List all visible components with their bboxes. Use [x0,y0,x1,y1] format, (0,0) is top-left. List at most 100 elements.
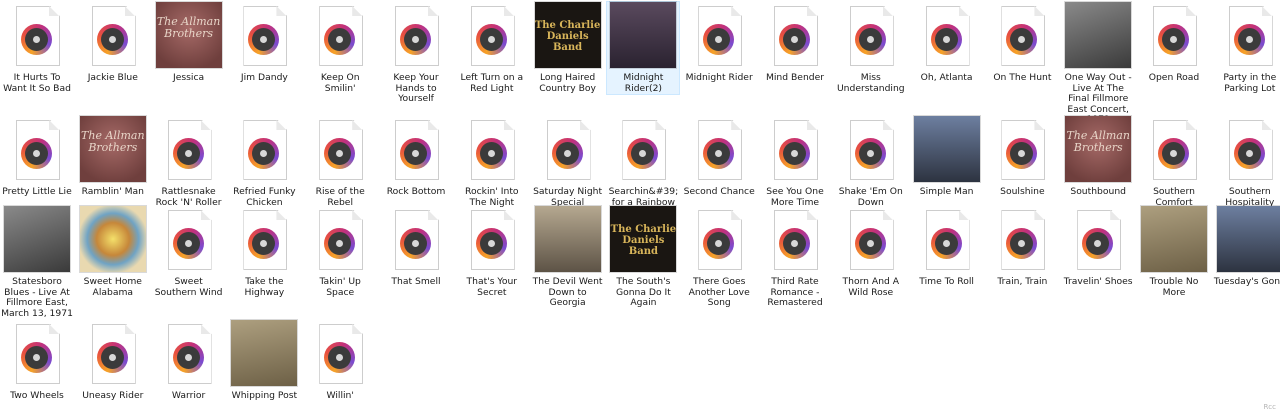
file-item[interactable]: Takin' Up Space [304,206,376,298]
file-item[interactable]: Left Turn on a Red Light [456,2,528,94]
file-item[interactable]: Oh, Atlanta [911,2,983,84]
album-art-thumbnail [78,206,148,276]
audio-file-icon [2,2,72,72]
album-art-thumbnail: The Allman Brothers [1063,116,1133,186]
file-name-label: That Smell [391,276,441,287]
file-item[interactable]: Warrior [153,320,225,402]
file-item[interactable]: Rattlesnake Rock 'N' Roller [153,116,225,208]
file-item[interactable]: The Devil Went Down to Georgia [532,206,604,309]
audio-file-icon [381,206,451,276]
file-name-label: Rock Bottom [386,186,446,197]
file-item[interactable]: There Goes Another Love Song [683,206,755,309]
file-name-label: Mind Bender [765,72,825,83]
file-name-label: Rise of the Rebel [315,186,365,208]
file-name-label: Saturday Night Special [533,186,603,208]
album-cover-image [534,206,601,272]
file-item[interactable]: Second Chance [683,116,755,198]
file-item[interactable]: Sweet Home Alabama [77,206,149,298]
file-item[interactable]: Shake 'Em On Down [835,116,907,208]
file-item[interactable]: Jackie Blue [77,2,149,84]
file-item[interactable]: Pretty Little Lie [1,116,73,198]
file-item[interactable]: Miss Understanding [835,2,907,94]
album-cover-logo: The Charlie Daniels Band [534,20,601,53]
file-item[interactable]: That Smell [380,206,452,288]
file-name-label: Left Turn on a Red Light [460,72,524,94]
file-name-label: On The Hunt [993,72,1052,83]
file-item[interactable]: Party in the Parking Lot [1214,2,1280,94]
file-item[interactable]: See You One More Time [759,116,831,208]
audio-file-icon [229,116,299,186]
album-art-thumbnail [1139,206,1209,276]
file-item[interactable]: Third Rate Romance - Remastered [759,206,831,309]
file-item[interactable]: Refried Funky Chicken [228,116,300,208]
file-item[interactable]: Open Road [1138,2,1210,84]
file-item[interactable]: Simple Man [911,116,983,198]
file-item[interactable]: Southern Hospitality [1214,116,1280,208]
file-name-label: Statesboro Blues - Live At Fillmore East… [1,276,73,319]
file-name-label: Open Road [1148,72,1200,83]
file-item[interactable]: Rock Bottom [380,116,452,198]
album-cover-image [79,206,146,272]
album-art-thumbnail: The Charlie Daniels Band [533,2,603,72]
file-item[interactable]: The Allman Brothers Southbound [1062,116,1134,198]
file-item[interactable]: The Charlie Daniels Band Long Haired Coun… [532,2,604,94]
file-item[interactable]: The Charlie Daniels Band The South's Gonn… [607,206,679,309]
file-item[interactable]: It Hurts To Want It So Bad [1,2,73,94]
file-item[interactable]: That's Your Secret [456,206,528,298]
album-cover-image [1216,206,1280,272]
file-item[interactable]: Soulshine [986,116,1058,198]
file-item[interactable]: On The Hunt [986,2,1058,84]
audio-file-icon [533,116,603,186]
file-item[interactable]: Willin' [304,320,376,402]
file-item[interactable]: Thorn And A Wild Rose [835,206,907,298]
file-item[interactable]: Saturday Night Special [532,116,604,208]
file-item[interactable]: Keep On Smilin' [304,2,376,94]
audio-file-icon [1139,2,1209,72]
audio-file-icon [912,2,982,72]
file-name-label: Long Haired Country Boy [539,72,596,94]
file-item[interactable]: Take the Highway [228,206,300,298]
file-item[interactable]: The Allman Brothers Ramblin' Man [77,116,149,198]
audio-file-icon [684,206,754,276]
file-item[interactable]: Travelin' Shoes [1062,206,1134,288]
album-cover-image: The Allman Brothers [79,116,146,182]
file-item[interactable]: Trouble No More [1138,206,1210,298]
audio-file-icon [457,206,527,276]
file-item[interactable]: Keep Your Hands to Yourself [380,2,452,105]
album-cover-image [913,116,980,182]
file-item[interactable]: Mind Bender [759,2,831,84]
file-item[interactable]: One Way Out - Live At The Final Fillmore… [1062,2,1134,126]
album-cover-image [1141,206,1207,272]
file-item[interactable]: Tuesday's Gone [1214,206,1280,288]
file-item[interactable]: Train, Train [986,206,1058,288]
file-item[interactable]: Midnight Rider [683,2,755,84]
file-item[interactable]: Two Wheels [1,320,73,402]
file-item[interactable]: Statesboro Blues - Live At Fillmore East… [1,206,73,319]
file-name-label: See You One More Time [766,186,824,208]
file-item[interactable]: Time To Roll [911,206,983,288]
file-name-label: Willin' [326,390,354,401]
file-name-label: Oh, Atlanta [920,72,973,83]
file-item[interactable]: Rise of the Rebel [304,116,376,208]
file-name-label: Third Rate Romance - Remastered [767,276,823,309]
file-item[interactable]: Searchin&#39; for a Rainbow [607,116,679,208]
file-name-label: Second Chance [683,186,755,197]
audio-file-icon [760,116,830,186]
file-item[interactable]: Southern Comfort [1138,116,1210,208]
album-cover-logo: The Allman Brothers [156,15,221,40]
file-name-label: Uneasy Rider [82,390,144,401]
album-cover-image [610,2,677,68]
album-cover-image [231,320,298,386]
file-item[interactable]: Midnight Rider(2) [606,0,681,96]
file-item[interactable]: Rockin' Into The Night [456,116,528,208]
file-item[interactable]: Whipping Post [228,320,300,402]
file-item[interactable]: The Allman Brothers Jessica [153,2,225,84]
audio-file-icon [305,116,375,186]
album-cover-image: The Allman Brothers [155,2,222,68]
album-cover-image [4,206,70,272]
file-name-label: Sweet Home Alabama [83,276,142,298]
file-item[interactable]: Uneasy Rider [77,320,149,402]
audio-file-icon [2,116,72,186]
file-item[interactable]: Sweet Southern Wind [153,206,225,298]
file-item[interactable]: Jim Dandy [228,2,300,84]
